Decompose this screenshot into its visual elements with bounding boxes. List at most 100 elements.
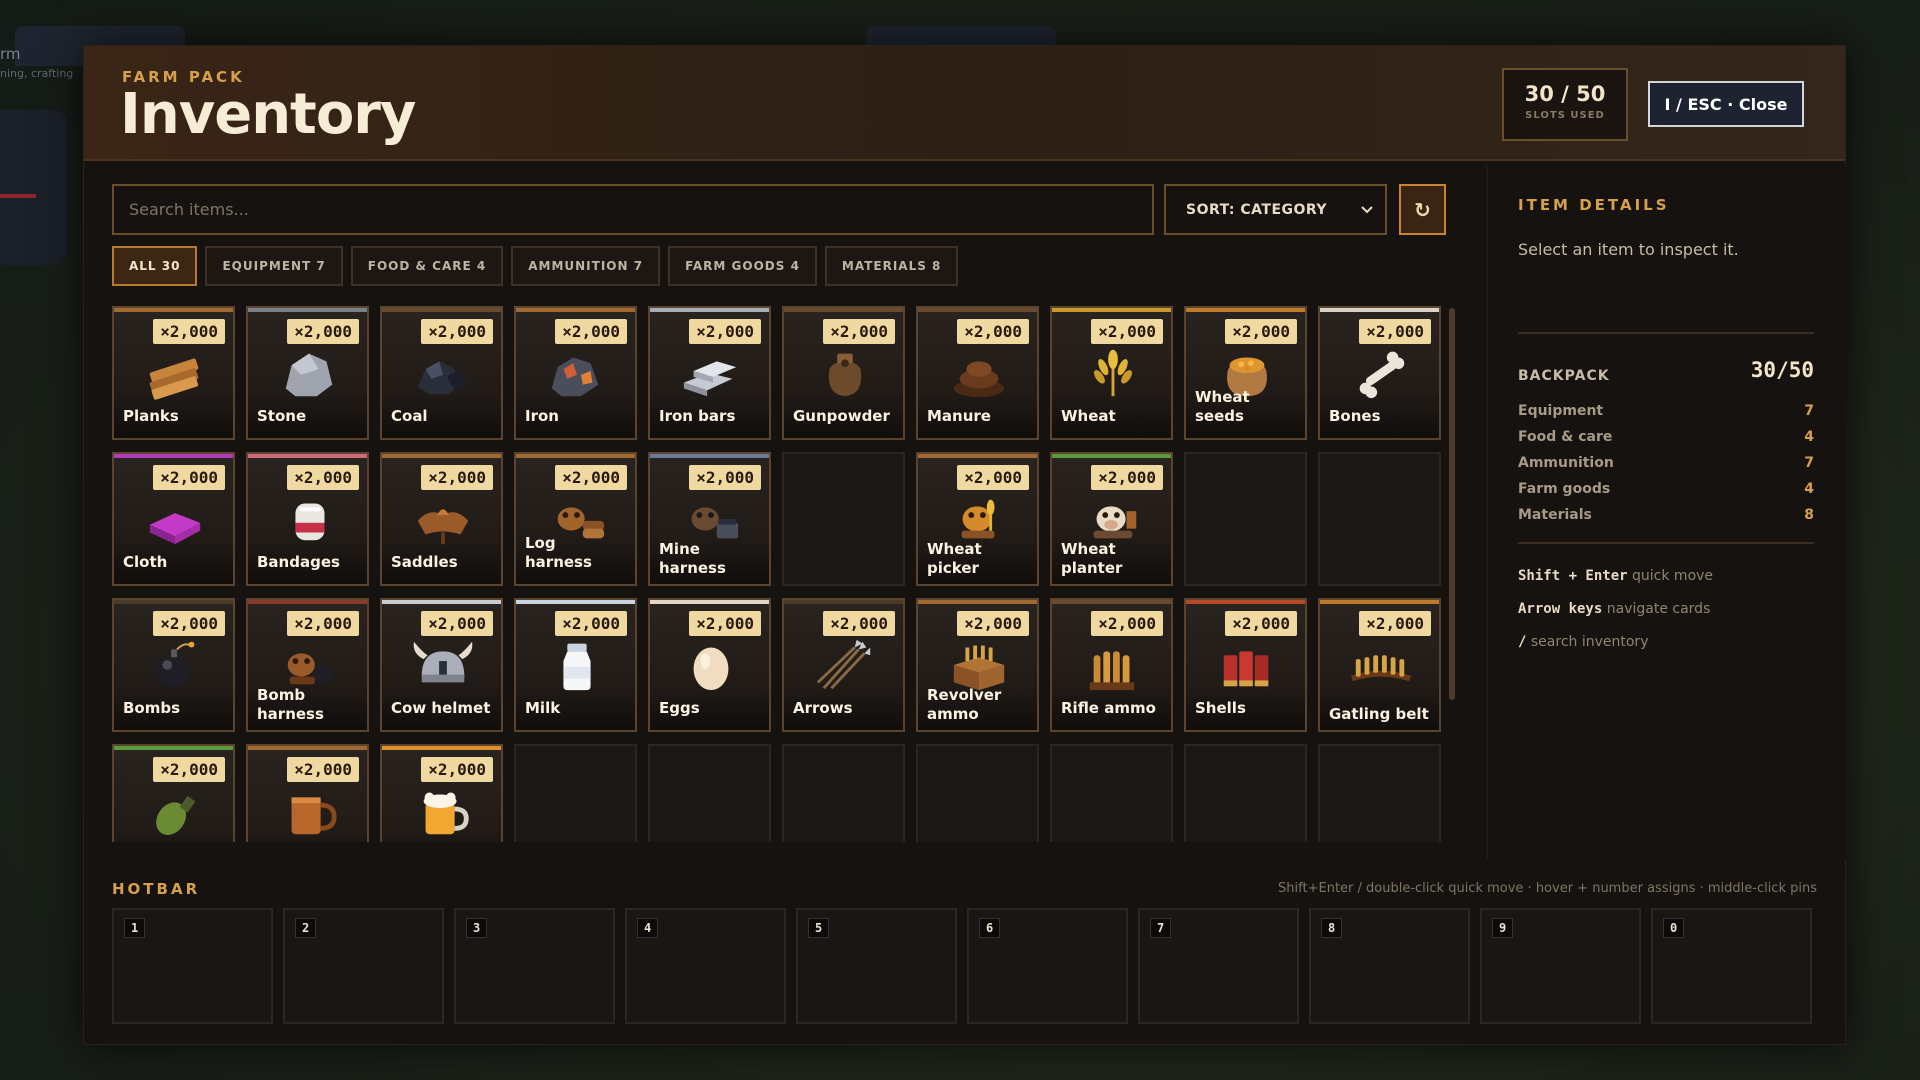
- item-card[interactable]: ×2,000 Bandages: [246, 452, 369, 586]
- bandage-icon: [295, 503, 325, 541]
- item-card[interactable]: ×2,000 Shells: [1184, 598, 1307, 732]
- sort-select[interactable]: SORT: CATEGORY: [1164, 184, 1387, 235]
- item-name: Rifle ammo: [1061, 699, 1156, 717]
- hotbar-slot[interactable]: 8: [1309, 908, 1470, 1024]
- item-card[interactable]: ×2,000 Rifle ammo: [1050, 598, 1173, 732]
- hotbar-slot[interactable]: 7: [1138, 908, 1299, 1024]
- empty-slot[interactable]: [1318, 452, 1441, 586]
- item-name: Coal: [391, 407, 428, 425]
- rarity-stripe: [382, 454, 501, 458]
- hotbar-slot[interactable]: 1: [112, 908, 273, 1024]
- item-card[interactable]: ×2,000 Wheat picker: [916, 452, 1039, 586]
- hotbar-slot[interactable]: 9: [1480, 908, 1641, 1024]
- empty-slot[interactable]: [648, 744, 771, 842]
- hotbar-slot[interactable]: 6: [967, 908, 1128, 1024]
- item-card[interactable]: ×2,000 Wheat seeds: [1184, 306, 1307, 440]
- item-card[interactable]: ×2,000 Planks: [112, 306, 235, 440]
- item-card[interactable]: ×2,000 Iron bars: [648, 306, 771, 440]
- empty-slot[interactable]: [1050, 744, 1173, 842]
- refresh-button[interactable]: ↻: [1399, 184, 1446, 235]
- rarity-stripe: [1052, 600, 1171, 604]
- rarity-stripe: [382, 600, 501, 604]
- tab-ammunition[interactable]: AMMUNITION 7: [511, 246, 661, 286]
- tab-all[interactable]: ALL 30: [112, 246, 198, 286]
- item-card[interactable]: ×2,000 Revolver ammo: [916, 598, 1039, 732]
- item-card[interactable]: ×2,000 Wheat planter: [1050, 452, 1173, 586]
- quantity-badge: ×2,000: [1091, 465, 1163, 490]
- inventory-panel: FARM PACK Inventory 30 / 50 SLOTS USED I…: [83, 45, 1846, 1045]
- horned-helmet-icon: [413, 641, 473, 683]
- hotbar-slot[interactable]: 5: [796, 908, 957, 1024]
- item-card[interactable]: ×2,000 Cloth: [112, 452, 235, 586]
- wheat-planter-icon: [1093, 506, 1137, 539]
- grid-scrollbar[interactable]: [1449, 308, 1455, 700]
- item-card[interactable]: ×2,000: [246, 744, 369, 842]
- item-card[interactable]: ×2,000 Bomb harness: [246, 598, 369, 732]
- stone-icon: [285, 353, 333, 397]
- planks-icon: [149, 358, 199, 400]
- quantity-badge: ×2,000: [957, 611, 1029, 636]
- hotbar-key-label: 8: [1321, 918, 1343, 938]
- refresh-icon: ↻: [1414, 197, 1431, 222]
- copper-mug-icon: [291, 797, 337, 835]
- empty-slot[interactable]: [782, 452, 905, 586]
- item-card[interactable]: ×2,000 Eggs: [648, 598, 771, 732]
- quantity-badge: ×2,000: [1359, 611, 1431, 636]
- empty-slot[interactable]: [1184, 744, 1307, 842]
- hotbar-slot[interactable]: 4: [625, 908, 786, 1024]
- item-card[interactable]: ×2,000 Saddles: [380, 452, 503, 586]
- category-count: 7: [1804, 403, 1814, 419]
- item-card[interactable]: ×2,000 Mine harness: [648, 452, 771, 586]
- hotbar-key-label: 5: [808, 918, 830, 938]
- tab-equipment[interactable]: EQUIPMENT 7: [205, 246, 343, 286]
- item-card[interactable]: ×2,000 Iron: [514, 306, 637, 440]
- close-button[interactable]: I / ESC · Close: [1648, 81, 1804, 127]
- hotbar-slot[interactable]: 3: [454, 908, 615, 1024]
- iron-bars-icon: [683, 361, 737, 397]
- quantity-badge: ×2,000: [421, 611, 493, 636]
- hotbar-slot[interactable]: 0: [1651, 908, 1812, 1024]
- item-card[interactable]: ×2,000 Stone: [246, 306, 369, 440]
- quantity-badge: ×2,000: [555, 319, 627, 344]
- rarity-stripe: [114, 308, 233, 312]
- item-card[interactable]: ×2,000: [380, 744, 503, 842]
- hotbar-slot[interactable]: 2: [283, 908, 444, 1024]
- item-card[interactable]: ×2,000 Wheat: [1050, 306, 1173, 440]
- search-input[interactable]: [112, 184, 1154, 235]
- item-card[interactable]: ×2,000 Gunpowder: [782, 306, 905, 440]
- rarity-stripe: [114, 454, 233, 458]
- item-name: Wheat: [1061, 407, 1116, 425]
- item-card[interactable]: ×2,000 Bones: [1318, 306, 1441, 440]
- item-card[interactable]: ×2,000 Manure: [916, 306, 1039, 440]
- rarity-stripe: [114, 746, 233, 750]
- quantity-badge: ×2,000: [287, 465, 359, 490]
- item-details-panel: ITEM DETAILS Select an item to inspect i…: [1486, 166, 1846, 860]
- quantity-badge: ×2,000: [287, 611, 359, 636]
- background-app-subtitle: ning, crafting: [0, 67, 74, 80]
- empty-slot[interactable]: [514, 744, 637, 842]
- tab-farm-goods[interactable]: FARM GOODS 4: [668, 246, 817, 286]
- tab-food-care[interactable]: FOOD & CARE 4: [350, 246, 504, 286]
- rarity-stripe: [114, 600, 233, 604]
- item-name: Wheat planter: [1061, 540, 1123, 577]
- category-count: 8: [1804, 507, 1814, 523]
- item-card[interactable]: ×2,000 Bombs: [112, 598, 235, 732]
- empty-slot[interactable]: [1318, 744, 1441, 842]
- item-card[interactable]: ×2,000 Coal: [380, 306, 503, 440]
- item-card[interactable]: ×2,000 Gatling belt: [1318, 598, 1441, 732]
- item-card[interactable]: ×2,000 Cow helmet: [380, 598, 503, 732]
- empty-slot[interactable]: [1184, 452, 1307, 586]
- item-card[interactable]: ×2,000 Milk: [514, 598, 637, 732]
- item-card[interactable]: ×2,000: [112, 744, 235, 842]
- item-name: Arrows: [793, 699, 853, 717]
- empty-slot[interactable]: [782, 744, 905, 842]
- tab-materials[interactable]: MATERIALS 8: [824, 246, 959, 286]
- item-card[interactable]: ×2,000 Log harness: [514, 452, 637, 586]
- category-count: 4: [1804, 481, 1814, 497]
- category-count-row: Food & care 4: [1518, 429, 1814, 445]
- rarity-stripe: [1186, 600, 1305, 604]
- wheat-icon: [1093, 349, 1133, 397]
- empty-slot[interactable]: [916, 744, 1039, 842]
- item-card[interactable]: ×2,000 Arrows: [782, 598, 905, 732]
- shortcut-hint: Shift + Enter quick move: [1518, 568, 1713, 584]
